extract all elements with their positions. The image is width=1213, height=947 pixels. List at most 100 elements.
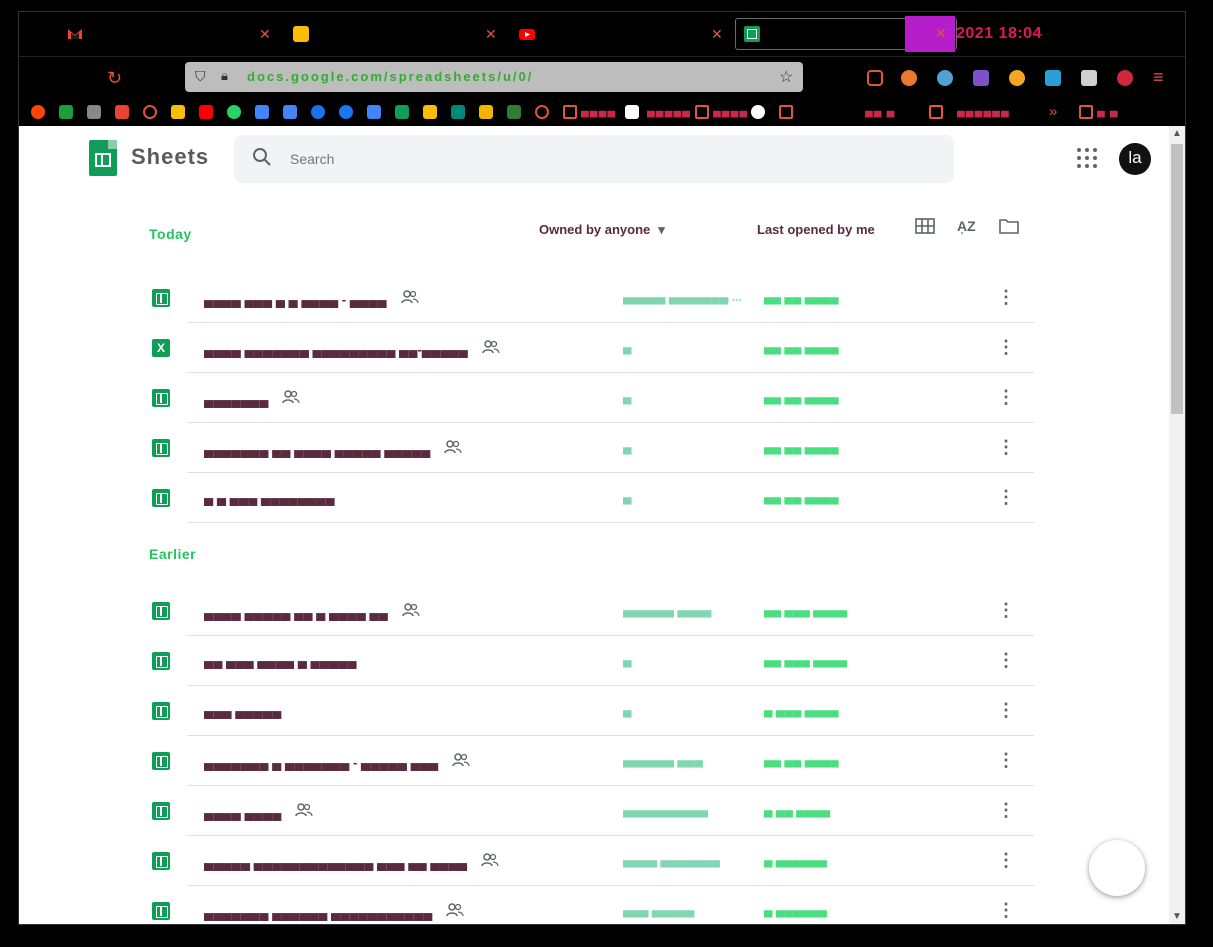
scrollbar[interactable]: ▲ ▼	[1169, 126, 1185, 924]
bookmark-folder-label[interactable]: ▄▄▄▄▄▄	[957, 105, 1010, 117]
bookmark-folder-label[interactable]: ▄▄▄▄	[581, 105, 616, 117]
file-row[interactable]: X ▄▄▄▄ ▄▄▄▄▄▄▄ ▄▄▄▄▄▄▄▄▄ ▄▄-▄▄▄▄▄ ▄ ▄▄ ▄▄ ▄…	[149, 323, 1034, 373]
file-row[interactable]: ▄▄▄▄▄▄▄ ▄ ▄▄ ▄▄ ▄▄▄▄ ⋮	[149, 373, 1034, 423]
sort-az-icon[interactable]: A͎Z	[957, 218, 976, 234]
extension-l-icon[interactable]	[901, 70, 917, 86]
more-options-icon[interactable]: ⋮	[997, 337, 1015, 358]
gmail-bookmark-icon[interactable]	[115, 105, 129, 119]
scroll-up-icon[interactable]: ▲	[1172, 128, 1182, 139]
file-row[interactable]: ▄▄▄▄▄▄▄ ▄▄▄▄▄▄ ▄▄▄▄▄▄▄▄▄▄▄ ▄▄▄ ▄▄▄▄▄ ▄ ▄▄▄…	[149, 886, 1034, 924]
lock-icon[interactable]: 🔒︎	[221, 68, 228, 84]
scroll-down-icon[interactable]: ▼	[1172, 911, 1182, 922]
sort-label[interactable]: Last opened by me	[757, 222, 875, 237]
extension-icon[interactable]	[1081, 70, 1097, 86]
folder-icon[interactable]	[779, 105, 793, 119]
more-options-icon[interactable]: ⋮	[997, 650, 1015, 671]
search-input[interactable]	[290, 147, 890, 171]
file-row[interactable]: ▄▄▄▄▄▄▄ ▄ ▄▄▄▄▄▄▄ - ▄▄▄▄▄ ▄▄▄ ▄▄▄▄▄▄ ▄▄▄ ▄…	[149, 736, 1034, 786]
bookmark-folder-label[interactable]: ▄ ▄	[1097, 105, 1119, 117]
close-tab-icon[interactable]: ✕	[485, 26, 497, 43]
file-row[interactable]: ▄▄▄▄ ▄▄▄▄▄ ▄▄ ▄ ▄▄▄▄ ▄▄ ▄▄▄▄▄▄ ▄▄▄▄ ▄▄ ▄▄▄…	[149, 586, 1034, 636]
folder-icon[interactable]	[563, 105, 577, 119]
sheets-bookmark-icon[interactable]	[395, 105, 409, 119]
bookmark-label[interactable]: ▄▄▄▄▄	[647, 105, 691, 117]
more-options-icon[interactable]: ⋮	[997, 850, 1015, 871]
address-bar[interactable]: ⛉ 🔒︎ docs.google.com/spreadsheets/u/0/ ☆	[185, 62, 803, 92]
keep-bookmark-icon[interactable]	[171, 105, 185, 119]
more-options-icon[interactable]: ⋮	[997, 387, 1015, 408]
close-tab-icon[interactable]: ✕	[935, 25, 947, 42]
scroll-thumb[interactable]	[1171, 144, 1183, 414]
more-options-icon[interactable]: ⋮	[997, 287, 1015, 308]
whatsapp-icon[interactable]	[227, 105, 241, 119]
file-name[interactable]: ▄ ▄ ▄▄▄ ▄▄▄▄▄▄▄▄	[204, 490, 335, 505]
bookmark-icon[interactable]	[625, 105, 639, 119]
file-row[interactable]: ▄▄▄ ▄▄▄▄▄ ▄ ▄ ▄▄▄ ▄▄▄▄ ⋮	[149, 686, 1034, 736]
tab-gmail[interactable]: ✕	[67, 18, 277, 50]
owl-extension-icon[interactable]	[1009, 70, 1025, 86]
search-icon[interactable]	[252, 147, 272, 173]
file-row[interactable]: ▄ ▄ ▄▄▄ ▄▄▄▄▄▄▄▄ ▄ ▄▄ ▄▄ ▄▄▄▄ ⋮	[149, 473, 1034, 523]
star-icon[interactable]: ☆	[779, 67, 793, 87]
adblock-icon[interactable]	[1117, 70, 1133, 86]
shield-icon[interactable]: ⛉	[195, 68, 206, 85]
avatar[interactable]: la	[1119, 143, 1151, 175]
extension-icon[interactable]	[973, 70, 989, 86]
translate-icon[interactable]	[255, 105, 269, 119]
app-title[interactable]: Sheets	[131, 144, 209, 170]
grid-view-icon[interactable]	[915, 218, 935, 239]
file-name[interactable]: ▄▄▄▄ ▄▄▄▄▄ ▄▄ ▄ ▄▄▄▄ ▄▄	[204, 603, 420, 620]
tab-keep[interactable]: ✕	[293, 18, 503, 50]
globe-icon[interactable]	[535, 105, 549, 119]
file-name[interactable]: ▄▄▄▄▄▄▄ ▄▄▄▄▄▄ ▄▄▄▄▄▄▄▄▄▄▄	[204, 903, 464, 920]
search-box[interactable]	[234, 135, 954, 183]
file-name[interactable]: ▄▄ ▄▄▄ ▄▄▄▄ ▄ ▄▄▄▄▄	[204, 653, 357, 668]
pocket-icon[interactable]	[867, 70, 883, 86]
new-spreadsheet-button[interactable]	[1089, 840, 1145, 896]
meet-icon[interactable]	[451, 105, 465, 119]
more-options-icon[interactable]: ⋮	[997, 600, 1015, 621]
file-row[interactable]: ▄▄▄▄▄▄▄ ▄▄ ▄▄▄▄ ▄▄▄▄▄ ▄▄▄▄▄ ▄ ▄▄ ▄▄ ▄▄▄▄ ⋮	[149, 423, 1034, 473]
more-options-icon[interactable]: ⋮	[997, 700, 1015, 721]
more-options-icon[interactable]: ⋮	[997, 900, 1015, 921]
bookmark-icon[interactable]	[507, 105, 521, 119]
folder-icon[interactable]	[695, 105, 709, 119]
calendar-icon[interactable]	[283, 105, 297, 119]
docs-icon[interactable]	[367, 105, 381, 119]
file-row[interactable]: ▄▄▄▄▄ ▄▄▄▄▄▄▄▄▄▄▄▄▄ ▄▄▄ ▄▄ ▄▄▄▄ ▄▄▄▄ ▄▄▄▄…	[149, 836, 1034, 886]
tab-youtube[interactable]: ✕	[519, 18, 729, 50]
apps-grid-icon[interactable]	[1077, 148, 1097, 168]
file-name[interactable]: ▄▄▄▄ ▄▄▄▄	[204, 803, 313, 820]
file-name[interactable]: ▄▄▄▄▄ ▄▄▄▄▄▄▄▄▄▄▄▄▄ ▄▄▄ ▄▄ ▄▄▄▄	[204, 853, 499, 870]
more-options-icon[interactable]: ⋮	[997, 437, 1015, 458]
folder-icon[interactable]	[1079, 105, 1093, 119]
bookmark-folder-label[interactable]: ▄▄▄▄	[713, 105, 748, 117]
contacts-icon[interactable]	[311, 105, 325, 119]
avatar-bookmark-icon[interactable]	[751, 105, 765, 119]
file-row[interactable]: ▄▄▄▄ ▄▄▄▄ ▄▄▄▄▄▄▄▄▄▄ ▄ ▄▄ ▄▄▄▄ ⋮	[149, 786, 1034, 836]
file-name[interactable]: ▄▄▄▄▄▄▄	[204, 390, 301, 407]
drive-icon[interactable]	[423, 105, 437, 119]
skype-extension-icon[interactable]	[1045, 70, 1061, 86]
folder-icon[interactable]	[929, 105, 943, 119]
file-name[interactable]: ▄▄▄▄ ▄▄▄▄▄▄▄ ▄▄▄▄▄▄▄▄▄ ▄▄-▄▄▄▄▄	[204, 340, 500, 357]
clock-extension-icon[interactable]	[937, 70, 953, 86]
bookmark-label[interactable]: ▄▄ ▄	[865, 105, 895, 117]
file-name[interactable]: ▄▄▄ ▄▄▄▄▄	[204, 703, 281, 718]
file-name[interactable]: ▄▄▄▄▄▄▄ ▄ ▄▄▄▄▄▄▄ - ▄▄▄▄▄ ▄▄▄	[204, 753, 470, 770]
close-tab-icon[interactable]: ✕	[259, 26, 271, 43]
file-row[interactable]: ▄▄ ▄▄▄ ▄▄▄▄ ▄ ▄▄▄▄▄ ▄ ▄▄ ▄▄▄ ▄▄▄▄ ⋮	[149, 636, 1034, 686]
reddit-icon[interactable]	[31, 105, 45, 119]
url-text[interactable]: docs.google.com/spreadsheets/u/0/	[247, 69, 533, 84]
sheets-logo-icon[interactable]	[89, 140, 117, 176]
more-options-icon[interactable]: ⋮	[997, 750, 1015, 771]
youtube-bookmark-icon[interactable]	[199, 105, 213, 119]
file-name[interactable]: ▄▄▄▄ ▄▄▄ ▄ ▄ ▄▄▄▄ - ▄▄▄▄	[204, 290, 419, 307]
bookmark-icon[interactable]	[87, 105, 101, 119]
close-tab-icon[interactable]: ✕	[711, 26, 723, 43]
owner-filter-dropdown[interactable]: Owned by anyone ▾	[539, 222, 665, 238]
file-name[interactable]: ▄▄▄▄▄▄▄ ▄▄ ▄▄▄▄ ▄▄▄▄▄ ▄▄▄▄▄	[204, 440, 462, 457]
chevron-double-right-icon[interactable]: »	[1049, 103, 1057, 120]
reload-icon[interactable]: ↻	[107, 68, 122, 89]
globe-icon[interactable]	[143, 105, 157, 119]
